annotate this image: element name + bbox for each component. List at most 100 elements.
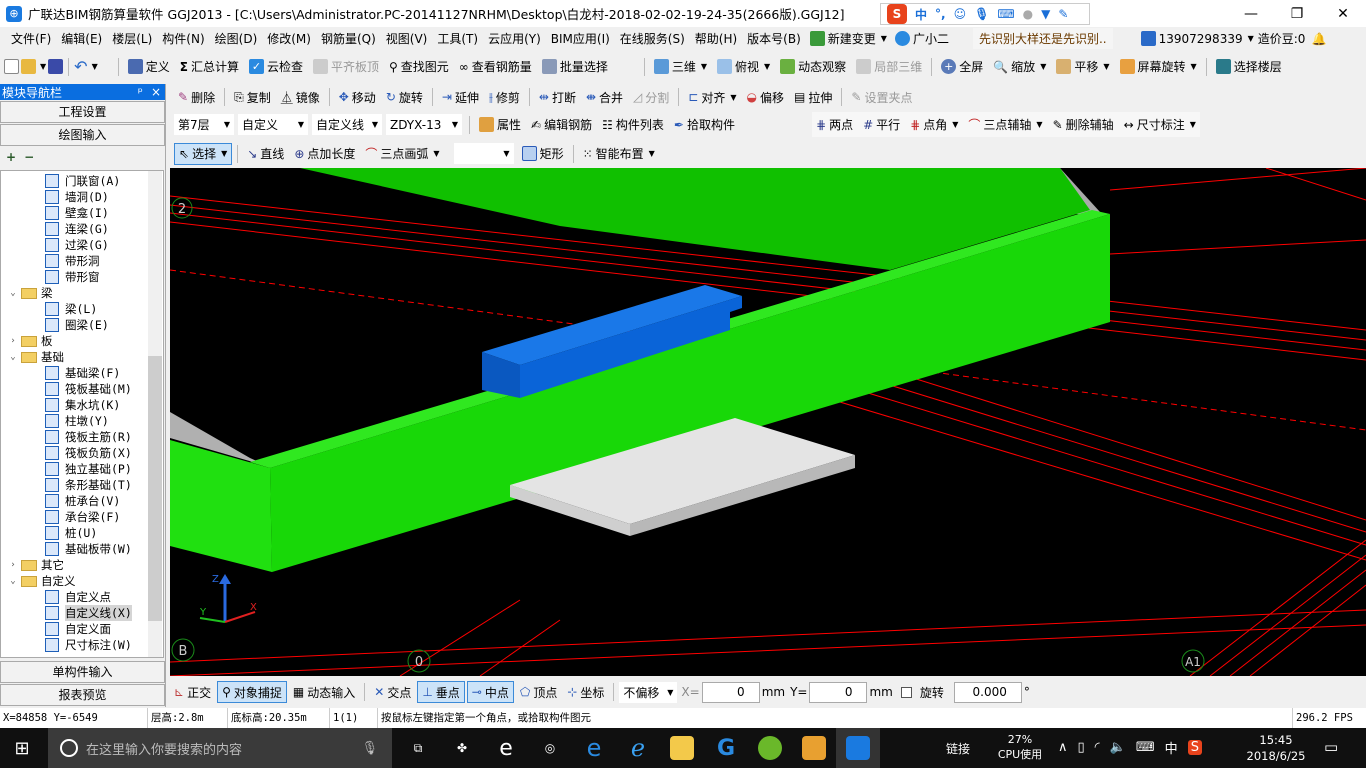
menu-floor[interactable]: 楼层(L) [107,30,157,47]
tree-item[interactable]: 筏板负筋(X) [1,445,163,461]
top-view-button[interactable]: 俯视 ▼ [713,56,774,78]
beam-end-face[interactable] [170,440,272,572]
tree-item[interactable]: 门联窗(A) [1,173,163,189]
ime-mode[interactable]: 中 [915,6,927,23]
extend-button[interactable]: ⇥ 延伸 [438,86,483,108]
tip-link[interactable]: 先识别大样还是先识别.. [972,28,1113,49]
tree-item[interactable]: 连梁(G) [1,221,163,237]
menu-online[interactable]: 在线服务(S) [615,30,690,47]
menu-edit[interactable]: 编辑(E) [56,30,107,47]
axis-bubble-b[interactable]: B [171,638,195,662]
tree-item[interactable]: 筏板基础(M) [1,381,163,397]
tree-item[interactable]: 梁(L) [1,301,163,317]
select-floor-button[interactable]: 选择楼层 [1212,56,1286,78]
align-slab-top-button[interactable]: 平齐板顶 [309,56,383,78]
app-fan-icon[interactable]: ✤ [440,728,484,768]
tree-item[interactable]: 自定义面 [1,621,163,637]
scrollbar-thumb[interactable] [148,356,162,621]
angle-input[interactable]: 0.000 [953,681,1022,703]
tree-item[interactable]: 桩承台(V) [1,493,163,509]
pick-component-button[interactable]: ✒ 拾取构件 [670,114,739,136]
trim-button[interactable]: ⫲ 修剪 [485,86,524,108]
calculate-button[interactable]: Σ 汇总计算 [176,56,243,78]
wifi-icon[interactable]: ◜ [1095,740,1100,755]
x-input[interactable]: 0 [701,681,760,703]
volume-icon[interactable]: 🔈 [1110,740,1126,755]
set-grip-button[interactable]: ✎ 设置夹点 [847,86,916,108]
cloud-check-button[interactable]: ✓ 云检查 [245,56,307,78]
expand-all-icon[interactable]: + [6,150,16,164]
tree-item[interactable]: 圈梁(E) [1,317,163,333]
menu-tools[interactable]: 工具(T) [432,30,483,47]
chevron-down-icon[interactable]: ⌄ [7,288,19,298]
menu-help[interactable]: 帮助(H) [690,30,742,47]
tree-item[interactable]: 带形窗 [1,269,163,285]
stretch-button[interactable]: ▤ 拉伸 [790,86,836,108]
glodon-g-icon[interactable]: G [704,728,748,768]
collapse-all-icon[interactable]: − [24,150,34,164]
tree-folder[interactable]: › 板 [1,333,163,349]
restore-button[interactable]: ❐ [1274,6,1320,22]
two-point-axis-button[interactable]: ⋕ 两点 [812,114,857,136]
point-angle-axis-button[interactable]: ⋕ 点角 ▼ [906,114,962,136]
tree-item[interactable]: 壁龛(I) [1,205,163,221]
ie-old-icon[interactable]: e [484,728,528,768]
coordinate-snap[interactable]: ⊹ 坐标 [563,681,608,703]
type-select[interactable]: 自定义 ▼ [238,114,308,135]
tree-item[interactable]: 带形洞 [1,253,163,269]
chevron-down-icon[interactable]: ⌄ [7,576,19,586]
keyboard-tray-icon[interactable]: ⌨ [1136,740,1155,755]
fullscreen-button[interactable]: + 全屏 [937,56,987,78]
tree-item[interactable]: 集水坑(K) [1,397,163,413]
tree-item[interactable]: 条形基础(T) [1,477,163,493]
batch-select-button[interactable]: 批量选择 [538,56,612,78]
define-button[interactable]: 定义 [124,56,174,78]
tree-item[interactable]: 自定义线(X) [1,605,163,621]
minimize-button[interactable]: — [1228,6,1274,22]
chevron-down-icon[interactable]: ⌄ [7,352,19,362]
y-input[interactable]: 0 [809,681,868,703]
tree-item[interactable]: 墙洞(D) [1,189,163,205]
tree-item[interactable]: 筏板主筋(R) [1,429,163,445]
pan-button[interactable]: 平移 ▼ [1052,56,1113,78]
ggj-app-icon[interactable] [836,728,880,768]
menu-rebar[interactable]: 钢筋量(Q) [316,30,381,47]
draw-mode-select[interactable]: ▼ [453,143,514,164]
model-canvas[interactable]: 2 B 0 A1 Z Y X [170,168,1366,676]
delete-axis-button[interactable]: ✎ 删除辅轴 [1049,114,1118,136]
keyboard-icon[interactable]: ⌨ [997,7,1014,21]
smart-layout-button[interactable]: ⁙ 智能布置 ▼ [579,143,659,165]
new-file-icon[interactable] [4,59,19,74]
axis-bubble-2[interactable]: 2 [171,197,193,219]
tree-item[interactable]: 尺寸标注(W) [1,637,163,653]
intersection-snap[interactable]: ✕ 交点 [370,681,415,703]
tree-item[interactable]: 桩(U) [1,525,163,541]
menu-modify[interactable]: 修改(M) [262,30,316,47]
ime-indicator[interactable]: 中 [1165,738,1178,757]
3d-viewport[interactable]: 2 B 0 A1 Z Y X [170,168,1366,676]
edit-rebar-button[interactable]: ✍ 编辑钢筋 [527,114,596,136]
link-label[interactable]: 链接 [946,740,970,757]
merge-button[interactable]: ⇼ 合并 [582,86,627,108]
find-element-button[interactable]: ⚲ 查找图元 [385,56,453,78]
show-hidden-icons[interactable]: ∧ [1058,740,1068,755]
zoom-button[interactable]: 🔍 缩放 ▼ [989,56,1050,78]
tree-item[interactable]: 基础板带(W) [1,541,163,557]
single-component-input-button[interactable]: 单构件输入 [0,661,165,683]
3d-view-button[interactable]: 三维 ▼ [650,56,711,78]
green-browser-icon[interactable] [748,728,792,768]
emoji-icon[interactable]: ☺ [954,7,967,21]
point-length-button[interactable]: ⊕ 点加长度 [290,143,359,165]
notifications-icon[interactable]: ▭ [1324,738,1338,756]
app-spiral-icon[interactable]: ◎ [528,728,572,768]
dynamic-input-toggle[interactable]: ▦ 动态输入 [289,681,359,703]
user-icon[interactable]: ● [1023,7,1033,21]
tree-folder[interactable]: ⌄ 自定义 [1,573,163,589]
split-button[interactable]: ◿ 分割 [629,86,673,108]
break-button[interactable]: ⇹ 打断 [535,86,580,108]
microphone-icon[interactable]: 🎙 [361,741,378,756]
tree-folder[interactable]: ⌄ 梁 [1,285,163,301]
windows-start-icon[interactable]: ⊞ [0,728,44,768]
perpendicular-snap[interactable]: ⊥ 垂点 [417,681,465,703]
properties-button[interactable]: 属性 [475,114,525,136]
